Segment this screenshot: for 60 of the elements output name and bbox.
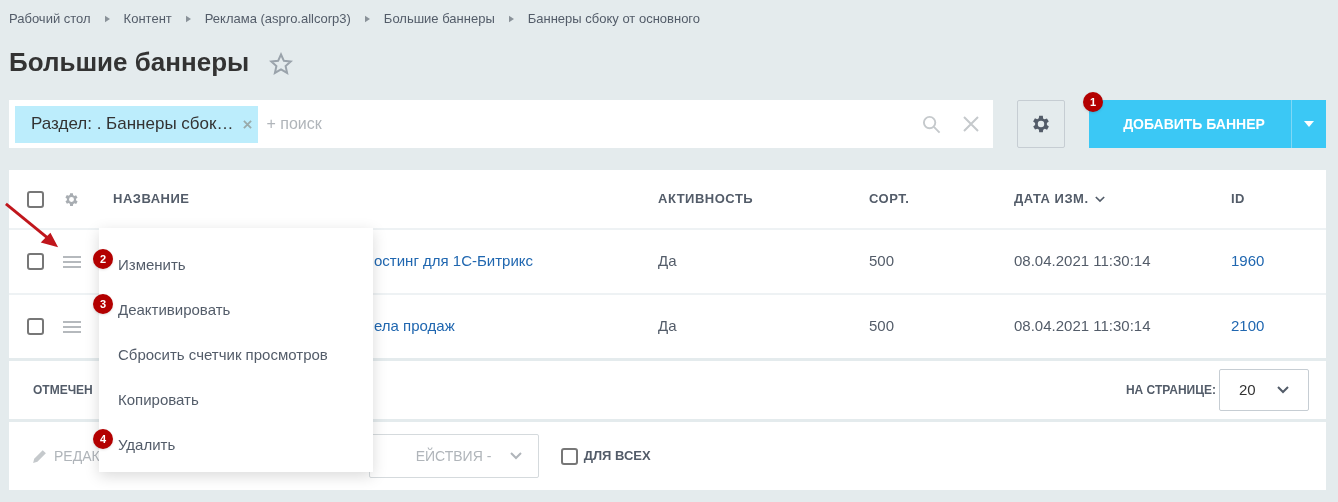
column-header[interactable]: ID	[1231, 189, 1245, 209]
chevron-down-icon	[1094, 195, 1105, 203]
menu-icon[interactable]	[63, 320, 81, 333]
breadcrumb-link[interactable]: Большие баннеры	[383, 9, 495, 29]
step-badge: 4	[93, 429, 113, 449]
checkbox[interactable]	[27, 253, 44, 270]
menu-item[interactable]: Копировать	[118, 389, 199, 412]
menu-item[interactable]: Деактивировать	[118, 299, 231, 322]
for-all-label: ДЛЯ ВСЕХ	[583, 447, 651, 466]
filter-chip[interactable]: Раздел: . Баннеры сбок…	[15, 105, 259, 143]
checkbox[interactable]	[27, 190, 44, 208]
caret-icon	[1304, 121, 1314, 127]
dropdown-button[interactable]	[1292, 100, 1326, 148]
step-badge: 1	[1083, 92, 1103, 112]
pencil-icon	[31, 447, 48, 465]
banner-name-link[interactable]: ела продаж	[374, 317, 455, 335]
banner-name-link[interactable]: остинг для 1С-Битрикс	[374, 252, 534, 270]
chevron-right-icon	[185, 15, 191, 23]
column-header[interactable]: АКТИВНОСТЬ	[658, 189, 754, 209]
filter-bar[interactable]: Раздел: . Баннеры сбок… + поиск	[9, 100, 994, 148]
settings-icon	[63, 190, 80, 208]
edit-label: РЕДАК	[54, 446, 100, 466]
chevron-right-icon	[364, 15, 370, 23]
selected-label: ОТМЕЧЕН	[33, 382, 93, 399]
id-link[interactable]: 2100	[1231, 315, 1265, 338]
chevron-down-icon	[1277, 386, 1289, 394]
per-page-select[interactable]: 20	[1219, 369, 1309, 411]
table-cell-text: 08.04.2021 11:30:14	[1014, 251, 1152, 272]
menu-item[interactable]: Удалить	[118, 434, 176, 457]
menu-item[interactable]: Изменить	[118, 254, 186, 277]
checkbox[interactable]	[560, 447, 578, 465]
breadcrumb-link[interactable]: Баннеры сбоку от основного	[527, 9, 701, 29]
breadcrumb-link[interactable]: Реклама (aspro.allcorp3)	[204, 9, 351, 29]
page-title: Большие баннеры	[9, 45, 250, 79]
settings-button[interactable]	[1017, 100, 1065, 148]
search-icon[interactable]	[922, 114, 942, 134]
step-badge: 3	[93, 294, 113, 314]
close-icon[interactable]	[243, 119, 253, 129]
chevron-down-icon	[509, 452, 522, 460]
table-cell-text: Да	[658, 316, 678, 337]
table-cell-text: 08.04.2021 11:30:14	[1014, 316, 1152, 337]
close-icon[interactable]	[963, 116, 980, 132]
step-badge: 2	[93, 249, 113, 269]
id-link[interactable]: 1960	[1231, 250, 1265, 273]
table-cell-text: 500	[869, 316, 896, 337]
menu-item[interactable]: Сбросить счетчик просмотров	[118, 344, 328, 367]
column-header[interactable]: СОРТ.	[869, 189, 910, 209]
table-cell-text: Да	[658, 251, 678, 272]
search-field[interactable]: + поиск	[266, 112, 915, 136]
column-header[interactable]: ДАТА ИЗМ.	[1014, 189, 1105, 209]
menu-icon[interactable]	[63, 255, 81, 268]
breadcrumb-link[interactable]: Рабочий стол	[9, 9, 91, 29]
table-cell-text: 500	[869, 251, 896, 272]
star-icon[interactable]	[269, 52, 294, 76]
per-page-label: НА СТРАНИЦЕ:	[1125, 382, 1216, 399]
checkbox[interactable]	[27, 318, 44, 335]
breadcrumb-link[interactable]: Контент	[123, 9, 172, 29]
chevron-right-icon	[104, 15, 110, 23]
chevron-right-icon	[508, 15, 514, 23]
column-header[interactable]: НАЗВАНИЕ	[113, 189, 190, 209]
